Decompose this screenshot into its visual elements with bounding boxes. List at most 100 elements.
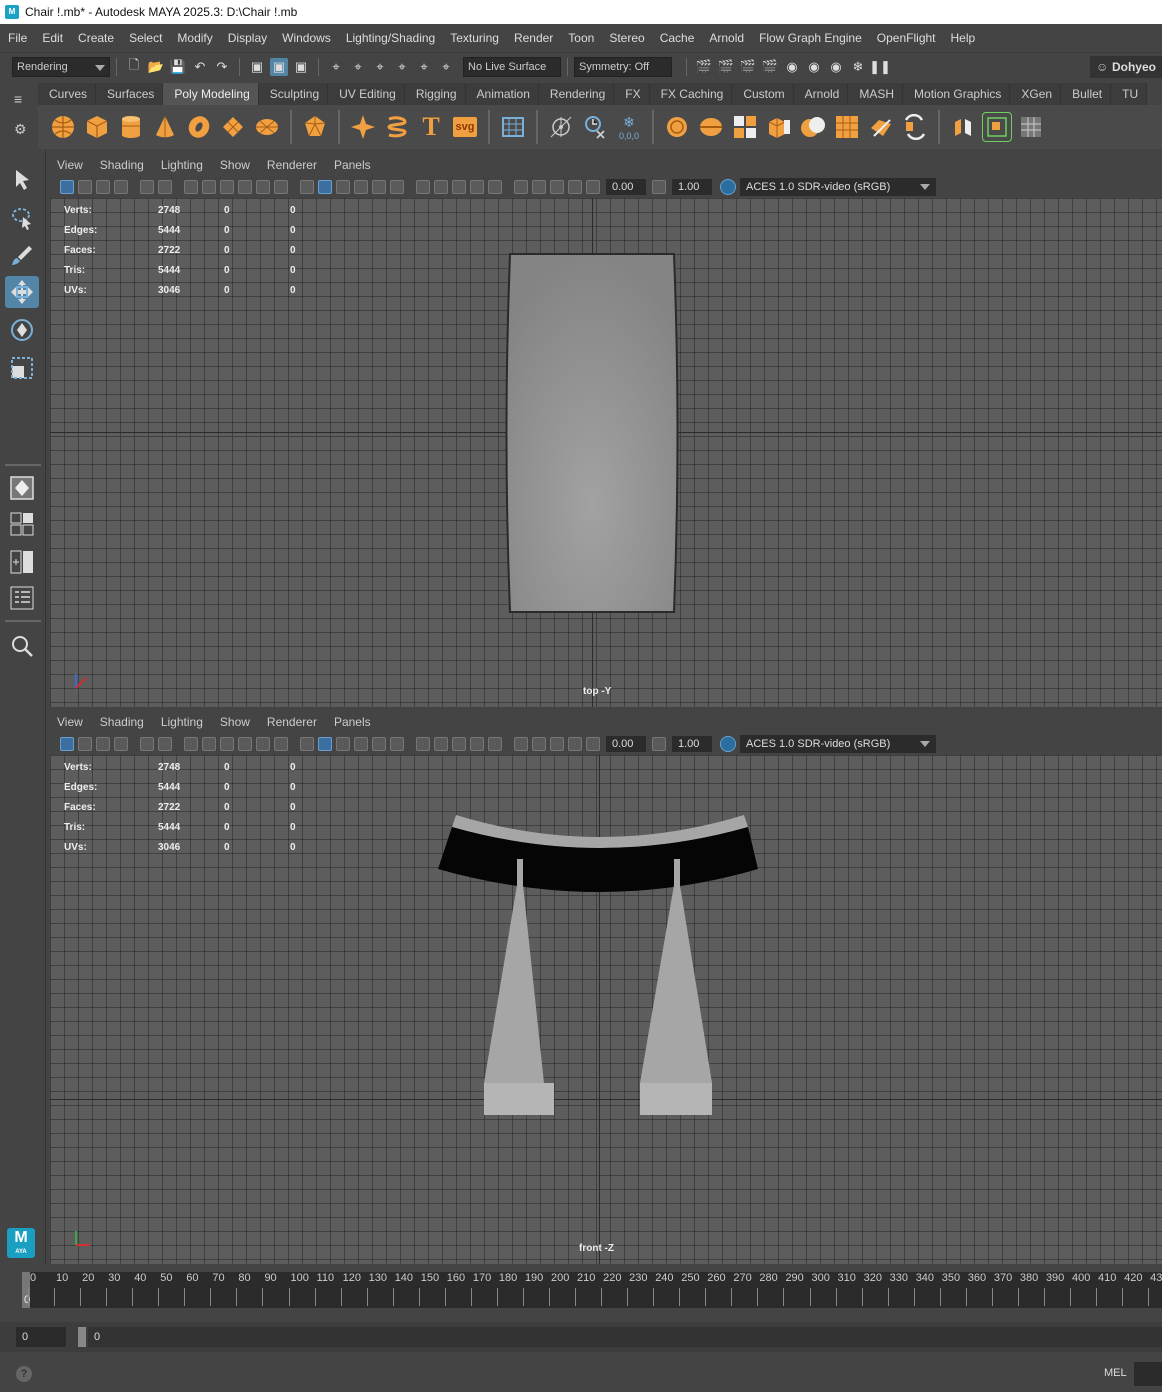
panel-menu-show[interactable]: Show <box>211 158 258 172</box>
shelf-tab-mash[interactable]: MASH <box>848 83 904 105</box>
select-tool-icon[interactable] <box>5 164 39 196</box>
safe-action-icon[interactable] <box>256 180 270 194</box>
shelf-tab-uv-editing[interactable]: UV Editing <box>328 83 405 105</box>
field-chart-icon[interactable] <box>238 737 252 751</box>
film-gate-icon[interactable] <box>184 180 198 194</box>
exposure-field[interactable]: 0.00 <box>606 736 646 752</box>
shelf-tab-rendering[interactable]: Rendering <box>538 83 615 105</box>
delete-history-icon[interactable] <box>580 112 610 142</box>
grease-pencil-icon[interactable] <box>140 737 154 751</box>
time-slider-bar[interactable]: 0 01020304050607080901001101201301401501… <box>22 1272 1162 1308</box>
camera-attr-icon[interactable] <box>60 180 74 194</box>
four-view-layout-icon[interactable] <box>5 508 39 540</box>
panel-menu-show[interactable]: Show <box>211 715 258 729</box>
2d-pan-zoom-icon[interactable] <box>114 737 128 751</box>
lights-icon[interactable] <box>390 180 404 194</box>
open-scene-icon[interactable]: 📂 <box>147 58 165 76</box>
help-icon[interactable]: ? <box>16 1366 32 1382</box>
menu-file[interactable]: File <box>0 31 34 45</box>
gamma-icon[interactable] <box>652 737 666 751</box>
snap-view-icon[interactable]: ⌖ <box>393 58 411 76</box>
xray-joints-icon[interactable] <box>550 737 564 751</box>
shelf-tab-motion-graphics[interactable]: Motion Graphics <box>903 83 1011 105</box>
menu-render[interactable]: Render <box>506 31 560 45</box>
exposure-field[interactable]: 0.00 <box>606 179 646 195</box>
shelf-tab-sculpting[interactable]: Sculpting <box>258 83 329 105</box>
ssao-icon[interactable] <box>434 737 448 751</box>
uv-grid-icon[interactable] <box>1016 112 1046 142</box>
shelf-tab-arnold[interactable]: Arnold <box>793 83 849 105</box>
lasso-tool-icon[interactable] <box>5 202 39 234</box>
resolution-gate-icon[interactable] <box>202 737 216 751</box>
menu-modify[interactable]: Modify <box>169 31 219 45</box>
new-scene-icon[interactable]: 🗋 <box>125 57 143 76</box>
persp-outliner-layout-icon[interactable] <box>5 546 39 578</box>
lights-icon[interactable] <box>390 737 404 751</box>
shelf-tab-custom[interactable]: Custom <box>732 83 794 105</box>
top-viewport[interactable]: Verts: 2748 0 0 Edges: 5444 0 0 Faces: 2722 0 0 Tris… <box>50 198 1162 707</box>
single-perspective-layout-icon[interactable] <box>5 472 39 504</box>
front-viewport[interactable]: Verts: 2748 0 0 Edges: 5444 0 0 Faces: 2722 0 0 Tris… <box>50 755 1162 1264</box>
snap-grid-icon[interactable]: ⌖ <box>327 58 345 76</box>
panel-menu-lighting[interactable]: Lighting <box>152 715 211 729</box>
menu-toon[interactable]: Toon <box>560 31 601 45</box>
extrude-icon[interactable] <box>764 112 794 142</box>
shelf-tab-animation[interactable]: Animation <box>465 83 539 105</box>
image-plane-icon[interactable] <box>96 180 110 194</box>
target-weld-icon[interactable] <box>900 112 930 142</box>
wireframe-on-shaded-icon[interactable] <box>354 180 368 194</box>
poly-sphere-icon[interactable] <box>48 112 78 142</box>
poly-helix-icon[interactable] <box>382 112 412 142</box>
shelf-tab-rigging[interactable]: Rigging <box>404 83 466 105</box>
shelf-tab-bullet[interactable]: Bullet <box>1061 83 1112 105</box>
menu-help[interactable]: Help <box>943 31 983 45</box>
poly-disc-icon[interactable] <box>252 112 282 142</box>
motion-blur-icon[interactable] <box>452 737 466 751</box>
menu-arnold[interactable]: Arnold <box>701 31 751 45</box>
panel-menu-view[interactable]: View <box>48 715 91 729</box>
chair-seat-top[interactable] <box>498 252 686 616</box>
super-shape-icon[interactable] <box>348 112 378 142</box>
default-material-icon[interactable] <box>336 737 350 751</box>
menu-openflight[interactable]: OpenFlight <box>869 31 943 45</box>
snap-point-icon[interactable]: ⌖ <box>371 58 389 76</box>
snap-surface-icon[interactable]: ⌖ <box>415 58 433 76</box>
isolate-select-icon[interactable] <box>514 180 528 194</box>
user-account[interactable]: Dohyeo <box>1089 56 1162 78</box>
measure-tool-icon[interactable] <box>546 112 576 142</box>
menu-cache[interactable]: Cache <box>652 31 702 45</box>
2d-pan-zoom-icon[interactable] <box>114 180 128 194</box>
render-sequence-icon[interactable]: 🎬 <box>717 58 735 76</box>
camera-bookmark-icon[interactable] <box>78 737 92 751</box>
color-management-icon[interactable] <box>720 179 736 195</box>
uv-editor-icon[interactable] <box>982 112 1012 142</box>
move-tool-icon[interactable] <box>5 276 39 308</box>
safe-title-icon[interactable] <box>274 180 288 194</box>
menu-stereo[interactable]: Stereo <box>601 31 651 45</box>
snap-vertex-icon[interactable]: ⌖ <box>437 58 455 76</box>
resolution-gate-icon[interactable] <box>202 180 216 194</box>
gamma-icon[interactable] <box>652 180 666 194</box>
snap-curve-icon[interactable]: ⌖ <box>349 58 367 76</box>
gate-mask-icon[interactable] <box>220 737 234 751</box>
time-slider[interactable]: 0 01020304050607080901001101201301401501… <box>0 1268 1162 1318</box>
isolate-select-icon[interactable] <box>514 737 528 751</box>
combine-icon[interactable] <box>662 112 692 142</box>
poly-platonic-icon[interactable] <box>300 112 330 142</box>
rotate-tool-icon[interactable] <box>5 314 39 346</box>
shelf-tab-tu[interactable]: TU <box>1111 83 1148 105</box>
camera-bookmark-icon[interactable] <box>78 180 92 194</box>
poly-plane-icon[interactable] <box>218 112 248 142</box>
menu-texturing[interactable]: Texturing <box>442 31 506 45</box>
safe-action-icon[interactable] <box>256 737 270 751</box>
bridge-icon[interactable] <box>798 112 828 142</box>
menu-flow-graph-engine[interactable]: Flow Graph Engine <box>751 31 869 45</box>
menu-windows[interactable]: Windows <box>274 31 338 45</box>
poly-type-icon[interactable]: T <box>416 112 446 142</box>
shelf-tab-xgen[interactable]: XGen <box>1010 83 1062 105</box>
poly-cube-icon[interactable] <box>82 112 112 142</box>
scale-tool-icon[interactable] <box>5 352 39 384</box>
grid-icon[interactable] <box>158 737 172 751</box>
xray-icon[interactable] <box>532 180 546 194</box>
textured-icon[interactable] <box>372 180 386 194</box>
